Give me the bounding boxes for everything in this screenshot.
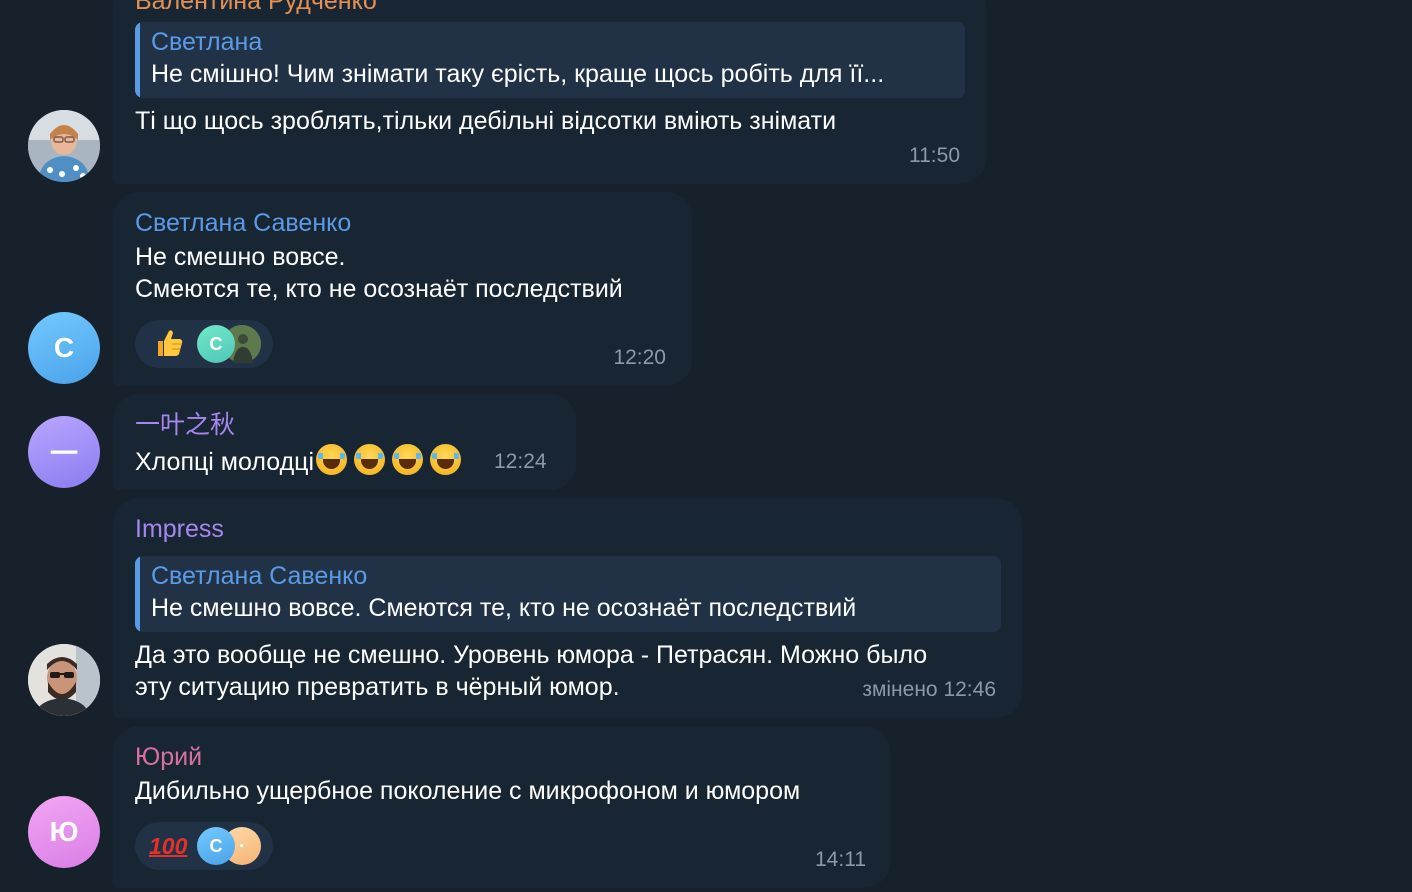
message-text: Дибильно ущербное поколение с микрофоном… <box>135 777 801 805</box>
message-bubble[interactable]: Валентина Рудченко Светлана Не смішно! Ч… <box>113 0 986 184</box>
message-text-line: эту ситуацию превратить в чёрный юмор. <box>135 673 620 701</box>
message-text-line: Да это вообще не смешно. Уровень юмора -… <box>135 641 928 669</box>
avatar[interactable]: 一 <box>28 416 100 488</box>
reply-text: Не смішно! Чим знімати таку єрість, кращ… <box>151 60 885 88</box>
message-time: 14:11 <box>815 848 866 871</box>
reaction-user-avatar: С <box>197 827 235 865</box>
user-photo-icon <box>28 110 100 182</box>
reply-text: Не смешно вовсе. Смеются те, кто не осоз… <box>151 594 857 622</box>
message-text: Хлопці молодці <box>135 444 468 478</box>
reply-quote[interactable]: Светлана Не смішно! Чим знімати таку єрі… <box>135 22 965 98</box>
message-bubble[interactable]: Светлана Савенко Не смешно вовсе. Смеютс… <box>113 192 692 386</box>
laughing-tears-icon <box>430 444 462 475</box>
avatar[interactable]: С <box>28 312 100 384</box>
message-time: 12:20 <box>613 346 666 369</box>
reactions-bar[interactable]: 100 С · <box>135 822 273 870</box>
message-bubble[interactable]: Impress Светлана Савенко Не смешно вовсе… <box>113 498 1022 718</box>
laughing-tears-icon <box>392 444 424 475</box>
message-time: 12:24 <box>494 450 547 473</box>
message-time: 11:50 <box>909 144 960 167</box>
message-text: Ті що щось зроблять,тільки дебільні відс… <box>135 107 837 135</box>
sender-name[interactable]: 一叶之秋 <box>135 410 235 440</box>
sender-name[interactable]: Светлана Савенко <box>135 208 351 238</box>
avatar[interactable] <box>28 110 100 182</box>
message-text-line: Не смешно вовсе. <box>135 243 346 271</box>
sender-name[interactable]: Юрий <box>135 742 202 772</box>
avatar[interactable]: Ю <box>28 796 100 868</box>
hundred-points-icon[interactable]: 100 <box>149 828 187 864</box>
message-bubble[interactable]: Юрий Дибильно ущербное поколение с микро… <box>113 726 890 888</box>
laughing-tears-icon <box>354 444 386 475</box>
reply-sender-name: Светлана <box>151 28 263 56</box>
laughing-tears-icon <box>316 444 348 475</box>
reply-sender-name: Светлана Савенко <box>151 562 368 590</box>
message-time: змінено 12:46 <box>862 678 996 701</box>
message-text-content: Хлопці молодці <box>135 448 315 476</box>
avatar[interactable] <box>28 644 100 716</box>
thumbs-up-icon[interactable] <box>151 326 187 362</box>
reactions-bar[interactable]: С <box>135 320 273 368</box>
reply-quote[interactable]: Светлана Савенко Не смешно вовсе. Смеютс… <box>135 556 1001 632</box>
message-bubble[interactable]: 一叶之秋 Хлопці молодці 12:24 <box>113 394 576 490</box>
message-text-line: Смеются те, кто не осознаёт последствий <box>135 275 623 303</box>
sender-name[interactable]: Валентина Рудченко <box>135 0 377 16</box>
reaction-user-avatar: С <box>197 325 235 363</box>
user-photo-icon <box>28 644 100 716</box>
sender-name[interactable]: Impress <box>135 514 224 544</box>
